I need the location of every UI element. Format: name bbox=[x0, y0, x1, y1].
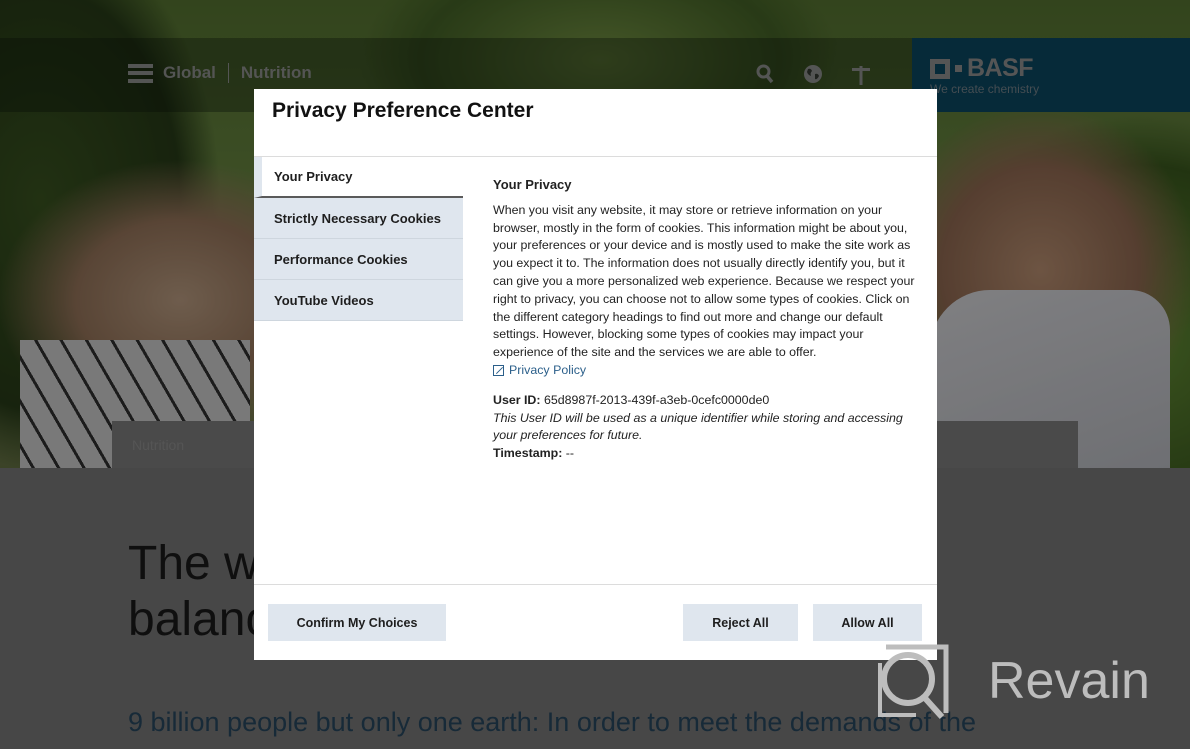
allow-all-button[interactable]: Allow All bbox=[813, 604, 922, 641]
content-body: When you visit any website, it may store… bbox=[493, 202, 915, 360]
external-link-icon bbox=[493, 365, 504, 377]
user-id-value: 65d8987f-2013-439f-a3eb-0cefc0000de0 bbox=[543, 392, 770, 407]
user-id-label: User ID: bbox=[493, 392, 541, 407]
tab-strictly-necessary-cookies[interactable]: Strictly Necessary Cookies bbox=[254, 198, 463, 239]
dialog-title: Privacy Preference Center bbox=[272, 99, 534, 122]
revain-watermark: Revain bbox=[876, 643, 1150, 720]
reject-all-button[interactable]: Reject All bbox=[683, 604, 798, 641]
user-id-note: This User ID will be used as a unique id… bbox=[493, 410, 903, 443]
privacy-policy-link[interactable]: Privacy Policy bbox=[493, 362, 918, 380]
tab-content: Your Privacy When you visit any website,… bbox=[493, 176, 918, 463]
revain-text: Revain bbox=[988, 652, 1150, 710]
tab-performance-cookies[interactable]: Performance Cookies bbox=[254, 239, 463, 280]
confirm-my-choices-button[interactable]: Confirm My Choices bbox=[268, 604, 446, 641]
footer-divider bbox=[254, 584, 937, 585]
privacy-policy-label: Privacy Policy bbox=[509, 362, 587, 377]
revain-logo-icon bbox=[876, 643, 952, 720]
content-heading: Your Privacy bbox=[493, 177, 572, 192]
user-id-row: User ID: 65d8987f-2013-439f-a3eb-0cefc00… bbox=[493, 392, 918, 410]
category-tabs: Your Privacy Strictly Necessary Cookies … bbox=[254, 157, 463, 321]
tab-youtube-videos[interactable]: YouTube Videos bbox=[254, 280, 463, 321]
privacy-preference-dialog: Privacy Preference Center Your Privacy S… bbox=[254, 89, 937, 660]
tab-your-privacy[interactable]: Your Privacy bbox=[254, 157, 463, 198]
timestamp-value: -- bbox=[565, 446, 575, 461]
timestamp-row: Timestamp: -- bbox=[493, 445, 918, 463]
timestamp-label: Timestamp: bbox=[493, 446, 563, 461]
